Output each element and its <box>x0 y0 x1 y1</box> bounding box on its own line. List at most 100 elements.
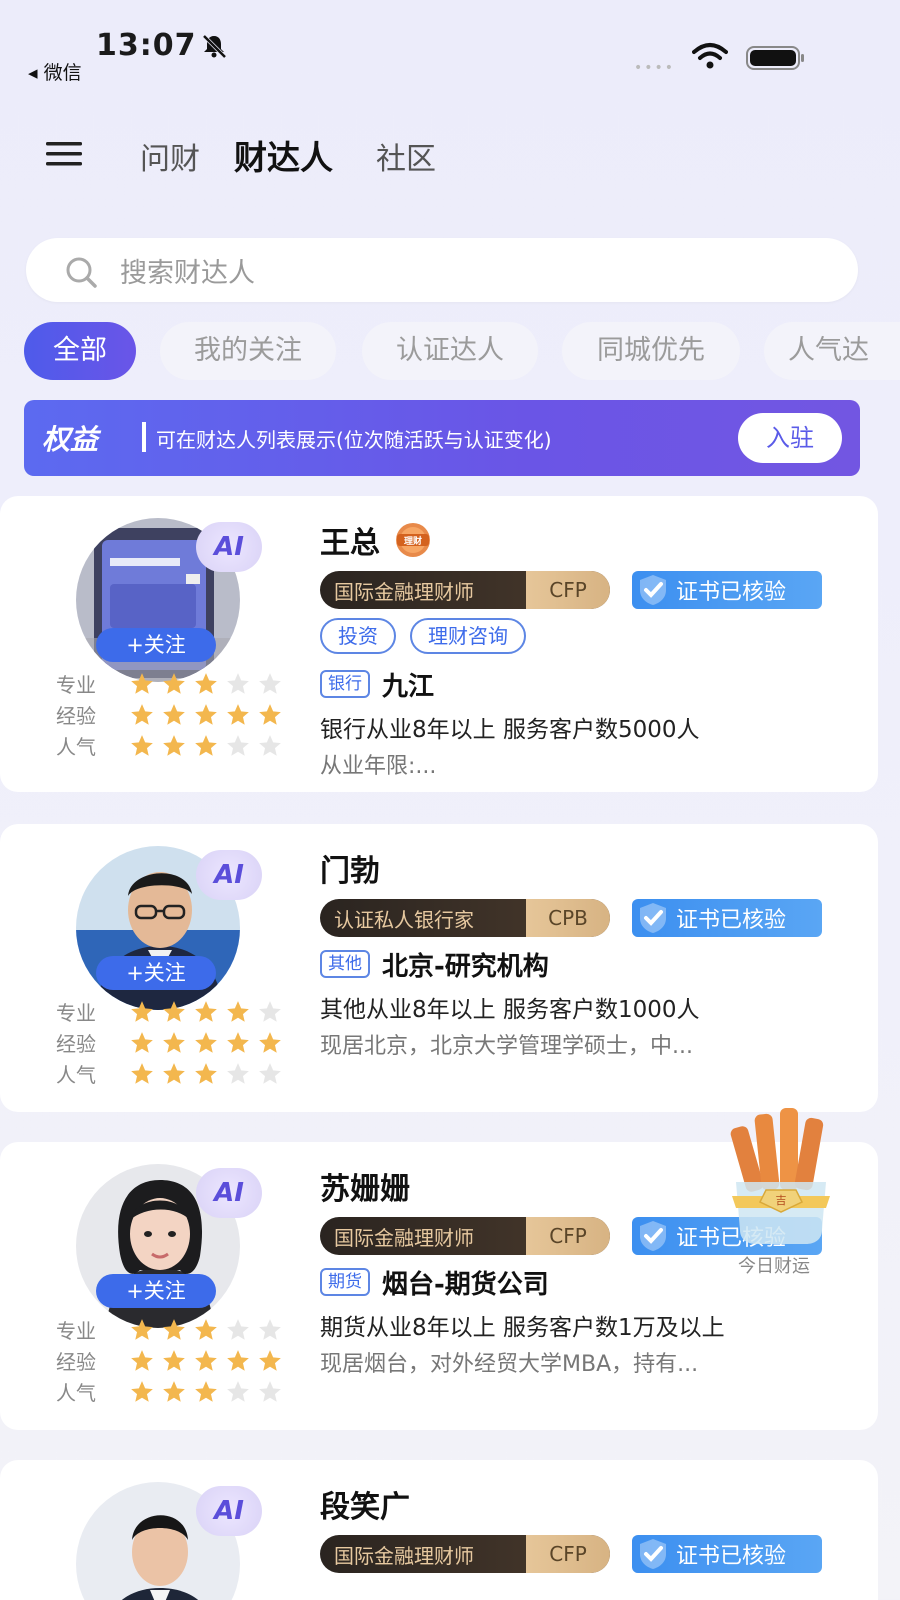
tab-wencai[interactable]: 问财 <box>140 134 200 178</box>
filter-popularity[interactable]: 人气达 <box>764 322 900 380</box>
star-filled-icon <box>163 672 185 694</box>
signal-icon: •••• <box>634 60 676 76</box>
advisor-info: 门勃 认证私人银行家 CPB 证书已核验 其他 北京-研究机构 其他从业8年以上… <box>320 846 860 1062</box>
cert-badge[interactable]: 国际金融理财师 CFP <box>320 1217 610 1255</box>
star-filled-icon <box>163 1380 185 1402</box>
star-filled-icon <box>195 1318 217 1340</box>
advisor-name: 王总 <box>320 526 380 561</box>
star-empty-icon <box>227 1380 249 1402</box>
cert-row: 认证私人银行家 CPB 证书已核验 <box>320 898 860 938</box>
star-filled-icon <box>131 1349 153 1371</box>
star-empty-icon <box>259 1000 281 1022</box>
star-rating <box>128 671 288 697</box>
star-filled-icon <box>131 734 153 756</box>
banner-divider <box>142 422 146 452</box>
rating-popularity: 人气 <box>56 730 296 761</box>
advisor-name-row: 王总 理财 <box>320 518 860 562</box>
verified-badge: 证书已核验 <box>632 1535 822 1573</box>
svg-text:吉: 吉 <box>776 1194 787 1207</box>
advisor-experience: 其他从业8年以上 服务客户数1000人 <box>320 997 700 1023</box>
cert-title: 认证私人银行家 <box>334 907 474 932</box>
follow-button[interactable]: +关注 <box>96 1274 216 1308</box>
cert-badge[interactable]: 国际金融理财师 CFP <box>320 1535 610 1573</box>
advisor-name-row: 段笑广 <box>320 1482 860 1526</box>
cert-abbr: CFP <box>526 1535 610 1573</box>
star-empty-icon <box>227 734 249 756</box>
star-filled-icon <box>195 703 217 725</box>
filter-certified[interactable]: 认证达人 <box>362 322 538 380</box>
advisor-card[interactable]: AI 段笑广 国际金融理财师 CFP 证书已核验 <box>0 1460 878 1600</box>
cert-title: 国际金融理财师 <box>334 579 474 604</box>
org-row: 银行 九江 <box>320 664 860 704</box>
star-rating <box>128 702 288 728</box>
verified-label: 证书已核验 <box>676 908 787 933</box>
rating-professional: 专业 <box>56 668 296 699</box>
wifi-icon <box>692 43 728 69</box>
star-rating <box>128 1348 288 1374</box>
menu-icon[interactable] <box>44 138 84 170</box>
avatar-container: AI <box>76 1482 262 1600</box>
star-rating <box>128 1379 288 1405</box>
star-empty-icon <box>259 734 281 756</box>
star-empty-icon <box>259 1380 281 1402</box>
follow-button[interactable]: +关注 <box>96 956 216 990</box>
filter-following[interactable]: 我的关注 <box>160 322 336 380</box>
shield-check-icon <box>640 1539 666 1569</box>
rating-block: 专业 经验 人气 <box>56 996 296 1089</box>
shield-check-icon <box>640 1221 666 1251</box>
filter-bar: 全部 我的关注 认证达人 同城优先 人气达 <box>0 322 900 382</box>
rating-professional: 专业 <box>56 1314 296 1345</box>
rating-label: 人气 <box>56 735 96 759</box>
cert-badge[interactable]: 认证私人银行家 CPB <box>320 899 610 937</box>
star-filled-icon <box>131 1000 153 1022</box>
advisor-name-row: 门勃 <box>320 846 860 890</box>
star-filled-icon <box>163 1349 185 1371</box>
star-filled-icon <box>131 1062 153 1084</box>
join-button[interactable]: 入驻 <box>738 413 842 463</box>
advisor-bio: 现居北京，北京大学管理学硕士，中... <box>320 1034 693 1059</box>
svg-text:理财: 理财 <box>404 535 422 547</box>
star-filled-icon <box>195 1031 217 1053</box>
ai-badge: AI <box>196 1168 262 1218</box>
tab-caidaren[interactable]: 财达人 <box>234 131 333 179</box>
tag-financial-consulting[interactable]: 理财咨询 <box>410 618 526 654</box>
rating-experience: 经验 <box>56 1027 296 1058</box>
advisor-card[interactable]: AI +关注 专业 经验 人气 王总 理财 国际金融理财师 CFP 证书已核验 … <box>0 496 878 792</box>
search-input[interactable]: 搜索财达人 <box>26 238 858 302</box>
verified-label: 证书已核验 <box>676 1544 787 1569</box>
cert-badge[interactable]: 国际金融理财师 CFP <box>320 571 610 609</box>
rating-block: 专业 经验 人气 <box>56 1314 296 1407</box>
fortune-jar-icon[interactable]: 吉 <box>726 1104 836 1250</box>
advisor-experience: 银行从业8年以上 服务客户数5000人 <box>320 717 700 743</box>
rating-label: 经验 <box>56 704 96 728</box>
star-filled-icon <box>163 1031 185 1053</box>
star-empty-icon <box>227 1062 249 1084</box>
tag-investment[interactable]: 投资 <box>320 618 396 654</box>
star-empty-icon <box>227 672 249 694</box>
org-type-badge: 其他 <box>320 950 370 978</box>
cert-abbr: CFP <box>526 1217 610 1255</box>
star-empty-icon <box>259 1062 281 1084</box>
back-to-wechat[interactable]: ◂ 微信 <box>28 58 82 85</box>
star-filled-icon <box>131 1318 153 1340</box>
filter-same-city[interactable]: 同城优先 <box>562 322 740 380</box>
tag-list: 投资 理财咨询 <box>320 618 860 658</box>
verified-badge: 证书已核验 <box>632 899 822 937</box>
star-rating <box>128 733 288 759</box>
star-filled-icon <box>195 1000 217 1022</box>
status-bar: 13:07 ◂ 微信 •••• <box>0 0 900 100</box>
avatar-container: AI +关注 <box>76 1164 262 1332</box>
star-filled-icon <box>163 1062 185 1084</box>
rating-label: 人气 <box>56 1381 96 1405</box>
tab-community[interactable]: 社区 <box>376 134 436 178</box>
verified-label: 证书已核验 <box>676 580 787 605</box>
star-filled-icon <box>163 734 185 756</box>
advisor-experience: 期货从业8年以上 服务客户数1万及以上 <box>320 1315 725 1341</box>
licai-badge-icon: 理财 <box>396 523 430 557</box>
filter-all[interactable]: 全部 <box>24 322 136 380</box>
star-filled-icon <box>195 1062 217 1084</box>
fortune-label[interactable]: 今日财运 <box>738 1252 810 1278</box>
follow-button[interactable]: +关注 <box>96 628 216 662</box>
shield-check-icon <box>640 903 666 933</box>
advisor-card[interactable]: AI +关注 专业 经验 人气 门勃 认证私人银行家 CPB 证书已核验 其他 … <box>0 824 878 1112</box>
